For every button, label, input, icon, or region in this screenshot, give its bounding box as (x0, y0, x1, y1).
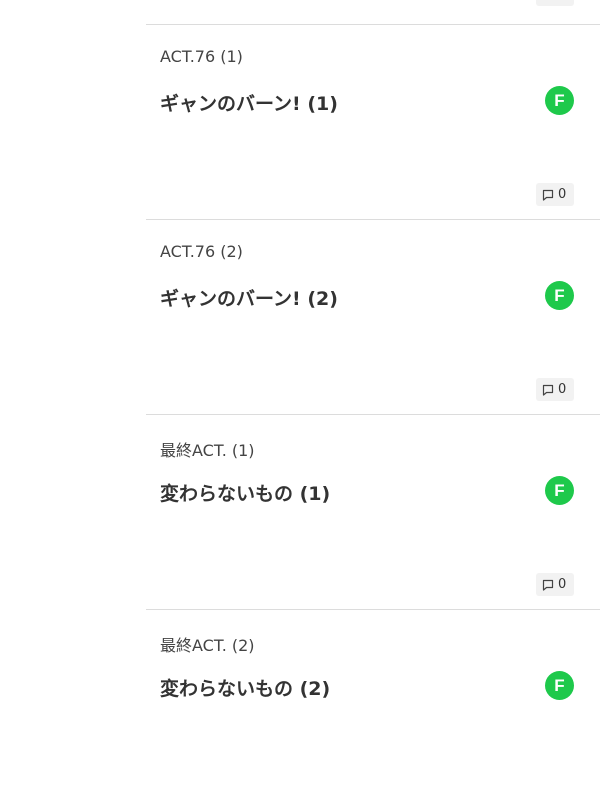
comment-icon (542, 384, 554, 396)
episode-label: ACT.76 (1) (160, 47, 243, 66)
comment-icon (542, 579, 554, 591)
episode-list: ACT.76 (1) ギャンのバーン! (1) F 0 ACT.76 (2) ギ… (146, 0, 600, 750)
episode-title: ギャンのバーン! (1) (160, 93, 338, 115)
comment-count-badge (536, 0, 574, 6)
episode-title: 変わらないもの (2) (160, 678, 331, 700)
comment-count-badge: 0 (536, 183, 574, 206)
comment-count-badge: 0 (536, 573, 574, 596)
free-badge-icon: F (545, 86, 574, 115)
comment-count: 0 (558, 187, 567, 202)
episode-title: ギャンのバーン! (2) (160, 288, 338, 310)
episode-title: 変わらないもの (1) (160, 483, 331, 505)
episode-item[interactable]: 最終ACT. (1) 変わらないもの (1) F 0 (146, 415, 600, 610)
free-badge-icon: F (545, 671, 574, 700)
free-badge-icon: F (545, 281, 574, 310)
episode-item[interactable]: 最終ACT. (2) 変わらないもの (2) F (146, 610, 600, 805)
comment-count: 0 (558, 577, 567, 592)
episode-label: 最終ACT. (1) (160, 441, 255, 460)
episode-label: 最終ACT. (2) (160, 636, 255, 655)
episode-item[interactable]: ACT.76 (1) ギャンのバーン! (1) F 0 (146, 25, 600, 220)
episode-label: ACT.76 (2) (160, 242, 243, 261)
free-badge-icon: F (545, 476, 574, 505)
previous-episode-item[interactable] (146, 0, 600, 25)
comment-count-badge: 0 (536, 378, 574, 401)
comment-icon (542, 189, 554, 201)
comment-count: 0 (558, 382, 567, 397)
episode-item[interactable]: ACT.76 (2) ギャンのバーン! (2) F 0 (146, 220, 600, 415)
